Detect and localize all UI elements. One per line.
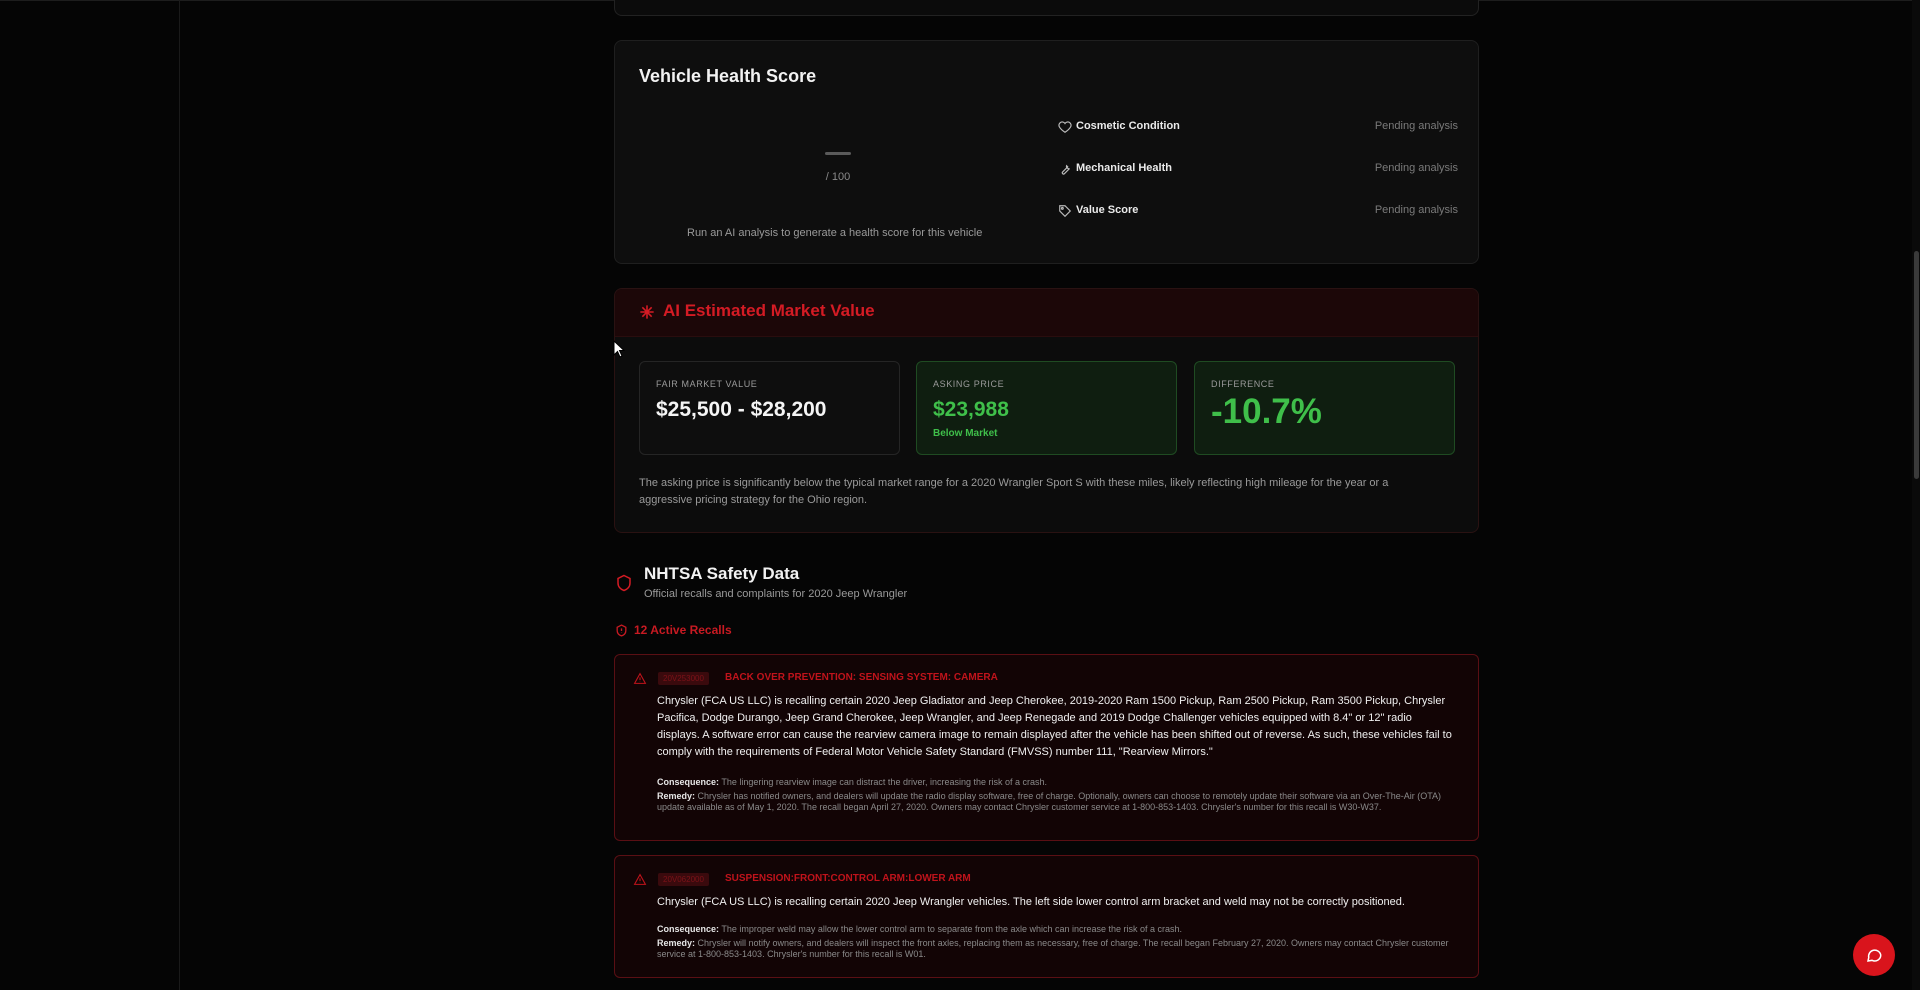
metric-status: Pending analysis [1374, 120, 1458, 132]
metric-status: Pending analysis [1374, 162, 1458, 174]
difference-box: DIFFERENCE -10.7% [1194, 361, 1455, 455]
tag-icon [1059, 205, 1072, 218]
heart-icon [1058, 121, 1072, 133]
chat-button[interactable] [1853, 934, 1895, 976]
asking-price-box: ASKING PRICE $23,988 Below Market [916, 361, 1177, 455]
recall-consequence: Consequence: The lingering rearview imag… [657, 777, 1462, 788]
scrollbar-track[interactable] [1912, 0, 1920, 990]
fair-market-value-box: FAIR MARKET VALUE $25,500 - $28,200 [639, 361, 900, 455]
consequence-label: Consequence: [657, 777, 720, 787]
difference-label: DIFFERENCE [1211, 379, 1275, 389]
recall-item: 20V253000 BACK OVER PREVENTION: SENSING … [614, 654, 1479, 841]
nhtsa-subtitle: Official recalls and complaints for 2020… [644, 588, 908, 600]
recall-consequence: Consequence: The improper weld may allow… [657, 924, 1462, 935]
scrollbar-thumb[interactable] [1914, 251, 1919, 479]
recall-alert-icon [616, 624, 627, 637]
remedy-label: Remedy: [657, 938, 696, 948]
metric-cosmetic: Cosmetic Condition Pending analysis [1058, 118, 1458, 136]
remedy-text: Chrysler has notified owners, and dealer… [657, 791, 1442, 812]
below-market-badge: Below Market [933, 428, 998, 439]
vehicle-health-card: Vehicle Health Score / 100 Run an AI ana… [614, 40, 1479, 264]
recall-component: SUSPENSION:FRONT:CONTROL ARM:LOWER ARM [725, 873, 971, 884]
nhtsa-title: NHTSA Safety Data [644, 564, 800, 583]
metric-mechanical: Mechanical Health Pending analysis [1058, 160, 1458, 178]
market-value-card: AI Estimated Market Value FAIR MARKET VA… [614, 288, 1479, 533]
previous-card-edge [614, 0, 1479, 16]
fair-label: FAIR MARKET VALUE [656, 379, 758, 389]
market-title: AI Estimated Market Value [663, 301, 875, 320]
metric-label: Cosmetic Condition [1076, 120, 1180, 132]
consequence-text: The lingering rearview image can distrac… [721, 777, 1048, 787]
score-placeholder [825, 152, 851, 155]
score-hint: Run an AI analysis to generate a health … [687, 227, 983, 239]
mouse-cursor-icon [613, 340, 625, 358]
metric-label: Mechanical Health [1076, 162, 1172, 174]
sparkle-icon [640, 305, 654, 319]
metric-value-score: Value Score Pending analysis [1058, 202, 1458, 220]
asking-label: ASKING PRICE [933, 379, 1005, 389]
remedy-text: Chrysler will notify owners, and dealers… [657, 938, 1449, 959]
chat-bubble-icon [1867, 949, 1882, 962]
recall-remedy: Remedy: Chrysler has notified owners, an… [657, 791, 1462, 813]
recall-item: 20V062000 SUSPENSION:FRONT:CONTROL ARM:L… [614, 855, 1479, 978]
recall-campaign-id: 20V253000 [658, 672, 709, 685]
asking-value: $23,988 [933, 398, 1009, 421]
recall-component: BACK OVER PREVENTION: SENSING SYSTEM: CA… [725, 672, 998, 683]
metric-label: Value Score [1076, 204, 1139, 216]
recall-summary: Chrysler (FCA US LLC) is recalling certa… [657, 896, 1405, 908]
score-out-of: / 100 [825, 171, 851, 183]
market-header: AI Estimated Market Value [615, 289, 1478, 337]
wrench-icon [1061, 164, 1070, 175]
sidebar-divider [179, 0, 180, 990]
shield-icon [617, 574, 631, 592]
metric-status: Pending analysis [1374, 204, 1458, 216]
remedy-label: Remedy: [657, 791, 696, 801]
consequence-text: The improper weld may allow the lower co… [721, 924, 1183, 934]
recall-campaign-id: 20V062000 [658, 873, 709, 886]
warning-triangle-icon [633, 672, 647, 684]
health-title: Vehicle Health Score [639, 66, 817, 86]
fair-value: $25,500 - $28,200 [656, 398, 827, 421]
warning-triangle-icon [633, 873, 647, 885]
consequence-label: Consequence: [657, 924, 720, 934]
market-description: The asking price is significantly below … [639, 477, 1389, 506]
difference-value: -10.7% [1211, 392, 1322, 431]
recall-remedy: Remedy: Chrysler will notify owners, and… [657, 938, 1462, 960]
recall-summary: Chrysler (FCA US LLC) is recalling certa… [657, 695, 1452, 758]
active-recalls-count: 12 Active Recalls [634, 623, 732, 637]
